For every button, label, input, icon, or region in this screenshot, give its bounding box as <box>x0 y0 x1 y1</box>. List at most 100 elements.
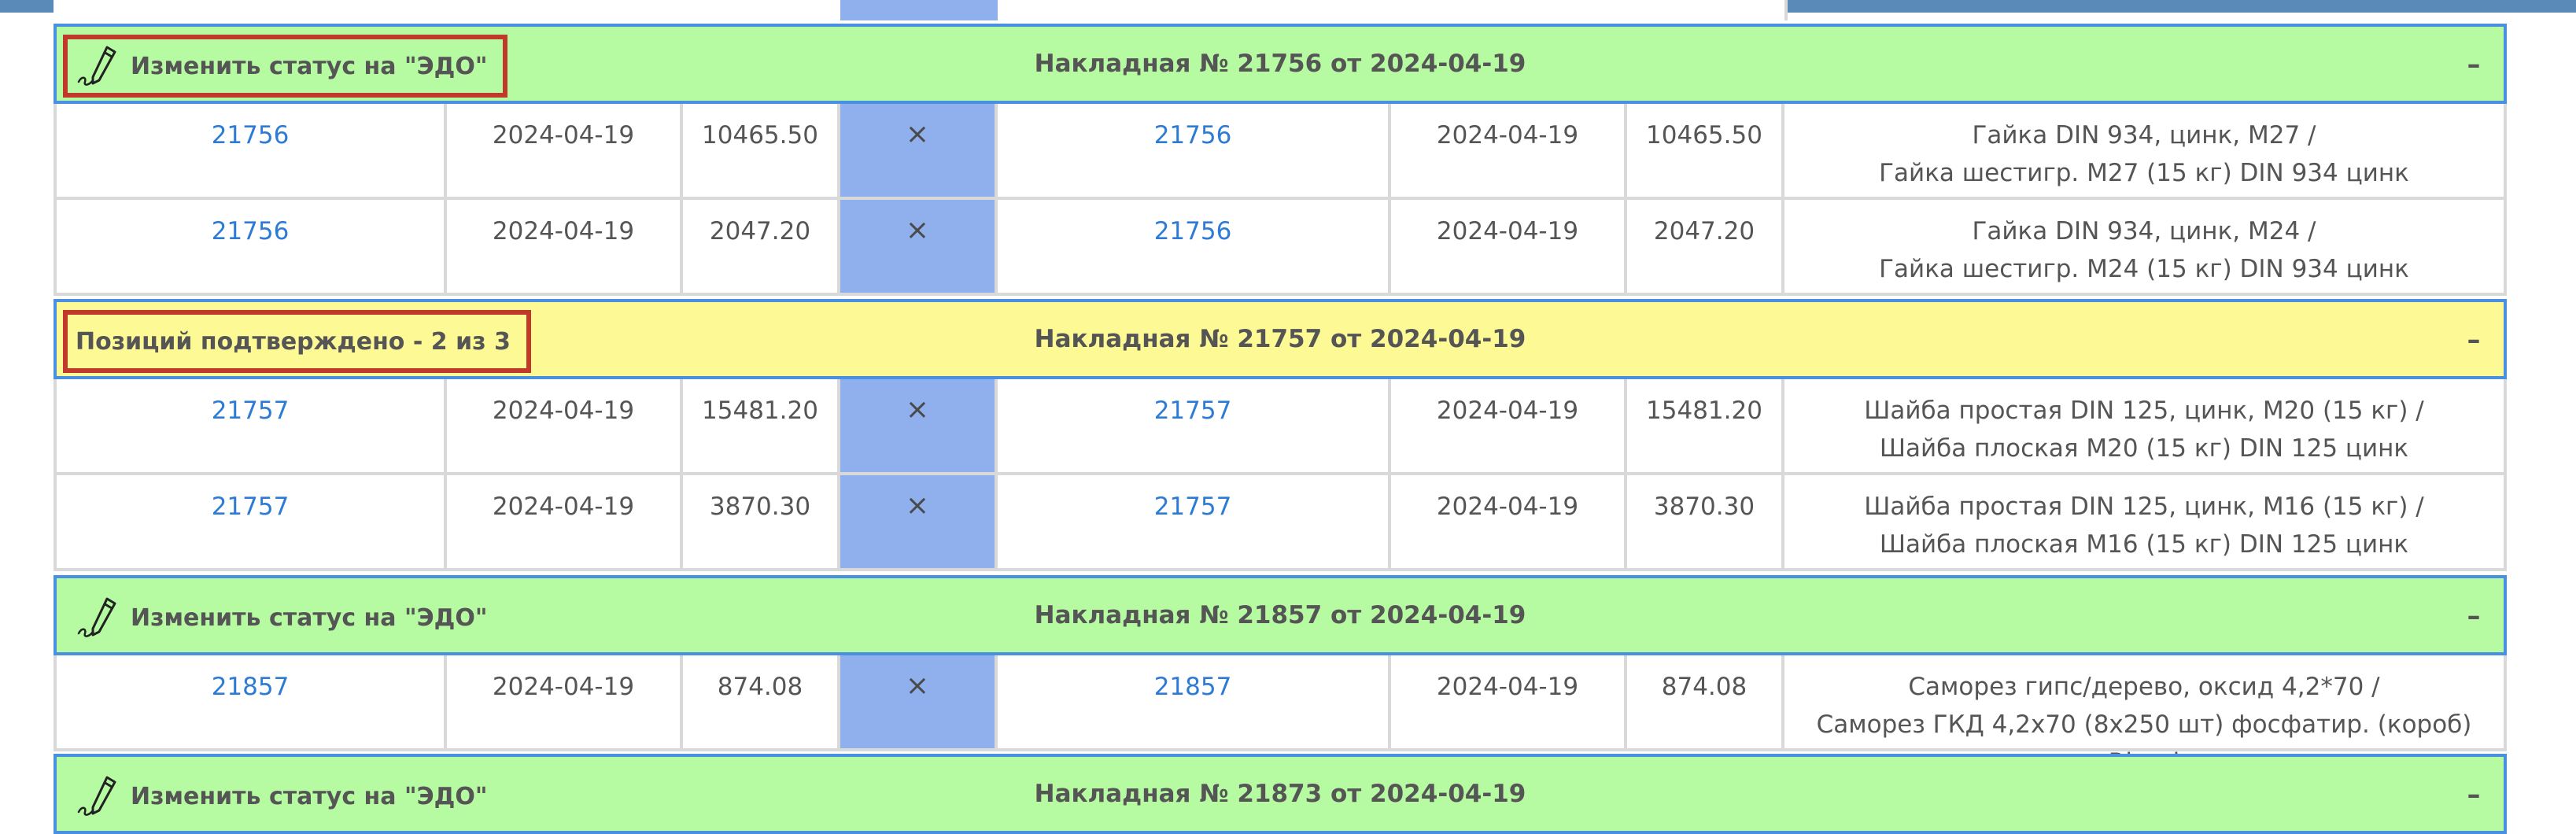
product-description: Гайка DIN 934, цинк, М27 / Гайка шестигр.… <box>1784 104 2507 197</box>
invoice-group: Позиций подтверждено - 2 из 3 Накладная №… <box>54 299 2507 571</box>
invoice-number-link[interactable]: 21756 <box>212 121 290 149</box>
table-cell <box>840 0 1001 20</box>
invoice-number-link[interactable]: 21757 <box>1154 397 1232 425</box>
header-action-label: Изменить статус на "ЭДО" <box>131 52 488 80</box>
invoice-number-cell: 21757 <box>998 379 1391 472</box>
header-action-label: Позиций подтверждено - 2 из 3 <box>76 327 511 356</box>
invoice-group: Изменить статус на "ЭДО" Накладная № 2175… <box>54 24 2507 296</box>
description-line: Гайка шестигр. М27 (15 кг) DIN 934 цинк <box>1879 159 2409 187</box>
invoice-number-cell: 21756 <box>998 104 1391 197</box>
description-line: Шайба плоская М20 (15 кг) DIN 125 цинк <box>1879 434 2409 463</box>
invoice-number-link[interactable]: 21757 <box>212 493 290 521</box>
invoice-header[interactable]: Изменить статус на "ЭДО" Накладная № 2175… <box>54 24 2507 104</box>
date-cell: 2024-04-19 <box>447 200 683 293</box>
mark-cell[interactable]: × <box>840 475 998 568</box>
confirmed-positions-status: Позиций подтверждено - 2 из 3 <box>63 310 531 373</box>
date-cell: 2024-04-19 <box>447 379 683 472</box>
description-line: Гайка DIN 934, цинк, М27 / <box>1972 121 2316 149</box>
date-cell: 2024-04-19 <box>1391 655 1627 748</box>
description-line: Гайка DIN 934, цинк, М24 / <box>1972 217 2316 245</box>
table-cell <box>54 0 450 20</box>
invoice-header[interactable]: Изменить статус на "ЭДО" Накладная № 2185… <box>54 575 2507 655</box>
x-mark-icon[interactable]: × <box>906 667 929 705</box>
invoice-number-link[interactable]: 21756 <box>1154 121 1232 149</box>
description-line: Шайба простая DIN 125, цинк, М16 (15 кг)… <box>1864 493 2424 521</box>
header-action-label: Изменить статус на "ЭДО" <box>131 603 488 632</box>
collapse-button[interactable]: – <box>2460 49 2488 80</box>
date-cell: 2024-04-19 <box>1391 379 1627 472</box>
invoice-group: Изменить статус на "ЭДО" Накладная № 2187… <box>54 754 2507 834</box>
sum-cell: 874.08 <box>683 655 840 748</box>
date-cell: 2024-04-19 <box>447 104 683 197</box>
sum-cell: 10465.50 <box>683 104 840 197</box>
table-row: 21757 2024-04-19 15481.20 × 21757 2024-04-19 1… <box>54 379 2507 475</box>
product-description: Саморез гипс/дерево, оксид 4,2*70 /Самор… <box>1784 655 2507 777</box>
pen-signature-icon <box>76 44 120 88</box>
date-cell: 2024-04-19 <box>1391 475 1627 568</box>
product-description: Гайка DIN 934, цинк, М24 / Гайка шестигр.… <box>1784 200 2507 293</box>
invoice-number-cell: 21857 <box>998 655 1391 748</box>
pen-signature-icon <box>76 774 120 818</box>
collapse-button[interactable]: – <box>2460 324 2488 356</box>
table-row: 21857 2024-04-19 874.08 × 21857 2024-04-19 874… <box>54 655 2507 777</box>
invoice-number-link[interactable]: 21757 <box>1154 493 1232 521</box>
invoice-number-cell: 21756 <box>998 200 1391 293</box>
invoice-number-cell: 21757 <box>998 475 1391 568</box>
table-row: 21756 2024-04-19 2047.20 × 21756 2024-04-19 20… <box>54 200 2507 296</box>
invoice-number-link[interactable]: 21756 <box>212 217 290 245</box>
invoice-number-link[interactable]: 21857 <box>212 673 290 701</box>
header-action-label: Изменить статус на "ЭДО" <box>131 782 488 810</box>
sum-cell: 874.08 <box>1627 655 1784 748</box>
table-cell <box>683 0 843 20</box>
mark-cell[interactable]: × <box>840 655 998 748</box>
description-line: Шайба плоская М16 (15 кг) DIN 125 цинк <box>1879 530 2409 559</box>
table-cell <box>1627 0 1788 20</box>
invoice-header[interactable]: Изменить статус на "ЭДО" Накладная № 2187… <box>54 754 2507 834</box>
sum-cell: 3870.30 <box>1627 475 1784 568</box>
date-cell: 2024-04-19 <box>447 655 683 748</box>
date-cell: 2024-04-19 <box>447 475 683 568</box>
mark-cell[interactable]: × <box>840 200 998 293</box>
product-description: Шайба простая DIN 125, цинк, М16 (15 кг)… <box>1784 475 2507 568</box>
invoice-number-cell: 21857 <box>54 655 447 748</box>
sum-cell: 2047.20 <box>683 200 840 293</box>
sum-cell: 10465.50 <box>1627 104 1784 197</box>
invoice-number-cell: 21757 <box>54 379 447 472</box>
mark-cell[interactable]: × <box>840 104 998 197</box>
x-mark-icon[interactable]: × <box>906 212 929 249</box>
sum-cell: 3870.30 <box>683 475 840 568</box>
table-cell <box>998 0 1394 20</box>
invoice-number-link[interactable]: 21756 <box>1154 217 1232 245</box>
previous-row-stub <box>54 0 2507 24</box>
description-line: Саморез гипс/дерево, оксид 4,2*70 / <box>1908 673 2380 701</box>
x-mark-icon[interactable]: × <box>906 391 929 429</box>
mark-cell[interactable]: × <box>840 379 998 472</box>
description-line: Гайка шестигр. М24 (15 кг) DIN 934 цинк <box>1879 255 2409 283</box>
invoice-number-link[interactable]: 21757 <box>212 397 290 425</box>
table-cell <box>1391 0 1630 20</box>
change-status-edo-button[interactable]: Изменить статус на "ЭДО" <box>63 35 508 98</box>
product-description: Шайба простая DIN 125, цинк, М20 (15 кг)… <box>1784 379 2507 472</box>
sum-cell: 15481.20 <box>1627 379 1784 472</box>
invoice-number-cell: 21756 <box>54 200 447 293</box>
collapse-button[interactable]: – <box>2460 600 2488 632</box>
description-line: Шайба простая DIN 125, цинк, М20 (15 кг)… <box>1864 397 2424 425</box>
change-status-edo-button[interactable]: Изменить статус на "ЭДО" <box>63 765 507 828</box>
invoice-number-cell: 21756 <box>54 104 447 197</box>
invoice-group: Изменить статус на "ЭДО" Накладная № 2185… <box>54 575 2507 777</box>
date-cell: 2024-04-19 <box>1391 200 1627 293</box>
sum-cell: 2047.20 <box>1627 200 1784 293</box>
table-cell <box>447 0 686 20</box>
date-cell: 2024-04-19 <box>1391 104 1627 197</box>
change-status-edo-button[interactable]: Изменить статус на "ЭДО" <box>63 586 507 649</box>
x-mark-icon[interactable]: × <box>906 487 929 525</box>
invoice-number-link[interactable]: 21857 <box>1154 673 1232 701</box>
collapse-button[interactable]: – <box>2460 779 2488 810</box>
invoice-number-cell: 21757 <box>54 475 447 568</box>
invoice-header[interactable]: Позиций подтверждено - 2 из 3 Накладная №… <box>54 299 2507 379</box>
pen-signature-icon <box>76 596 120 640</box>
sum-cell: 15481.20 <box>683 379 840 472</box>
table-row: 21757 2024-04-19 3870.30 × 21757 2024-04-19 38… <box>54 475 2507 571</box>
table-row: 21756 2024-04-19 10465.50 × 21756 2024-04-19 1… <box>54 104 2507 200</box>
x-mark-icon[interactable]: × <box>906 116 929 153</box>
